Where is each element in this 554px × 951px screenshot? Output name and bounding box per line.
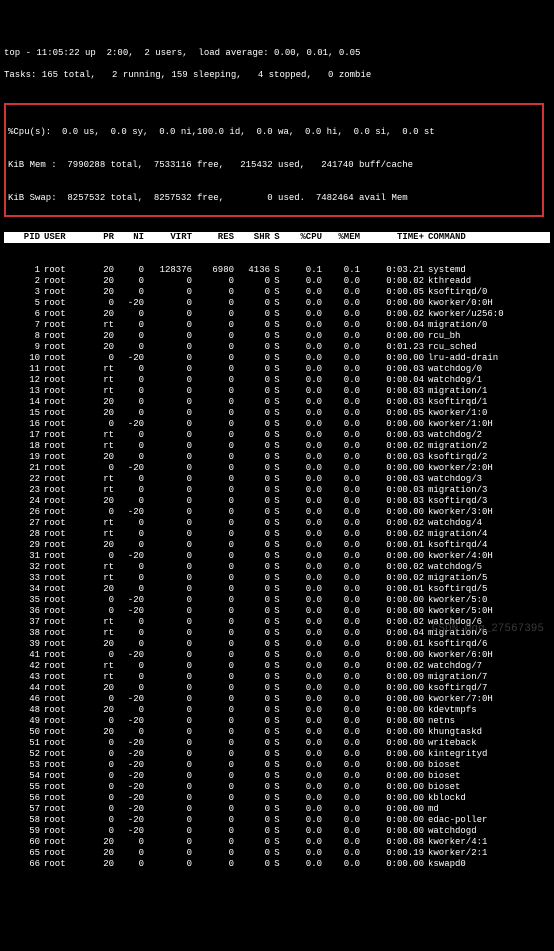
hdr-mem: %MEM — [322, 232, 360, 243]
process-row[interactable]: 52root0-20000S0.00.00:00.00kintegrityd — [4, 749, 550, 760]
hdr-ni: NI — [114, 232, 144, 243]
process-row[interactable]: 11rootrt0000S0.00.00:00.03watchdog/0 — [4, 364, 550, 375]
swap-line: KiB Swap: 8257532 total, 8257532 free, 0… — [8, 193, 540, 204]
hdr-shr: SHR — [234, 232, 270, 243]
process-row[interactable]: 7rootrt0000S0.00.00:00.04migration/0 — [4, 320, 550, 331]
process-row[interactable]: 19root200000S0.00.00:00.03ksoftirqd/2 — [4, 452, 550, 463]
process-row[interactable]: 58root0-20000S0.00.00:00.00edac-poller — [4, 815, 550, 826]
process-row[interactable]: 59root0-20000S0.00.00:00.00watchdogd — [4, 826, 550, 837]
process-row[interactable]: 60root200000S0.00.00:00.08kworker/4:1 — [4, 837, 550, 848]
hdr-pid: PID — [4, 232, 40, 243]
highlight-box: %Cpu(s): 0.0 us, 0.0 sy, 0.0 ni,100.0 id… — [4, 103, 544, 217]
process-row[interactable]: 46root0-20000S0.00.00:00.00kworker/7:0H — [4, 694, 550, 705]
process-list: 1root20012837669804136S0.10.10:03.21syst… — [4, 265, 550, 870]
hdr-virt: VIRT — [144, 232, 192, 243]
process-row[interactable]: 53root0-20000S0.00.00:00.00bioset — [4, 760, 550, 771]
process-row[interactable]: 12rootrt0000S0.00.00:00.04watchdog/1 — [4, 375, 550, 386]
hdr-cpu: %CPU — [284, 232, 322, 243]
process-row[interactable]: 3root200000S0.00.00:00.05ksoftirqd/0 — [4, 287, 550, 298]
process-row[interactable]: 66root200000S0.00.00:00.00kswapd0 — [4, 859, 550, 870]
process-row[interactable]: 41root0-20000S0.00.00:00.00kworker/6:0H — [4, 650, 550, 661]
process-row[interactable]: 24root200000S0.00.00:00.03ksoftirqd/3 — [4, 496, 550, 507]
process-row[interactable]: 27rootrt0000S0.00.00:00.02watchdog/4 — [4, 518, 550, 529]
process-row[interactable]: 44root200000S0.00.00:00.00ksoftirqd/7 — [4, 683, 550, 694]
watermark: CSDN @qq_27567395 — [432, 624, 544, 635]
process-row[interactable]: 33rootrt0000S0.00.00:00.02migration/5 — [4, 573, 550, 584]
process-row[interactable]: 35root0-20000S0.00.00:00.00kworker/5:0 — [4, 595, 550, 606]
process-row[interactable]: 5root0-20000S0.00.00:00.00kworker/0:0H — [4, 298, 550, 309]
process-header: PID USER PR NI VIRT RES SHR S %CPU %MEM … — [4, 232, 550, 243]
process-row[interactable]: 26root0-20000S0.00.00:00.00kworker/3:0H — [4, 507, 550, 518]
hdr-s: S — [270, 232, 284, 243]
process-row[interactable]: 13rootrt0000S0.00.00:00.03migration/1 — [4, 386, 550, 397]
top-summary-line1: top - 11:05:22 up 2:00, 2 users, load av… — [4, 48, 550, 59]
hdr-time: TIME+ — [360, 232, 428, 243]
process-row[interactable]: 8root200000S0.00.00:00.00rcu_bh — [4, 331, 550, 342]
process-row[interactable]: 36root0-20000S0.00.00:00.00kworker/5:0H — [4, 606, 550, 617]
process-row[interactable]: 21root0-20000S0.00.00:00.00kworker/2:0H — [4, 463, 550, 474]
process-row[interactable]: 42rootrt0000S0.00.00:00.02watchdog/7 — [4, 661, 550, 672]
process-row[interactable]: 28rootrt0000S0.00.00:00.02migration/4 — [4, 529, 550, 540]
process-row[interactable]: 31root0-20000S0.00.00:00.00kworker/4:0H — [4, 551, 550, 562]
process-row[interactable]: 34root200000S0.00.00:00.01ksoftirqd/5 — [4, 584, 550, 595]
hdr-user: USER — [40, 232, 84, 243]
process-row[interactable]: 29root200000S0.00.00:00.01ksoftirqd/4 — [4, 540, 550, 551]
process-row[interactable]: 1root20012837669804136S0.10.10:03.21syst… — [4, 265, 550, 276]
process-row[interactable]: 16root0-20000S0.00.00:00.00kworker/1:0H — [4, 419, 550, 430]
process-row[interactable]: 23rootrt0000S0.00.00:00.03migration/3 — [4, 485, 550, 496]
process-row[interactable]: 48root200000S0.00.00:00.00kdevtmpfs — [4, 705, 550, 716]
hdr-cmd: COMMAND — [428, 232, 550, 243]
process-row[interactable]: 49root0-20000S0.00.00:00.00netns — [4, 716, 550, 727]
process-row[interactable]: 51root0-20000S0.00.00:00.00writeback — [4, 738, 550, 749]
process-row[interactable]: 54root0-20000S0.00.00:00.00bioset — [4, 771, 550, 782]
top-summary-line2: Tasks: 165 total, 2 running, 159 sleepin… — [4, 70, 550, 81]
cpu-line: %Cpu(s): 0.0 us, 0.0 sy, 0.0 ni,100.0 id… — [8, 127, 540, 138]
process-row[interactable]: 65root200000S0.00.00:00.19kworker/2:1 — [4, 848, 550, 859]
process-row[interactable]: 32rootrt0000S0.00.00:00.02watchdog/5 — [4, 562, 550, 573]
process-row[interactable]: 15root200000S0.00.00:00.05kworker/1:0 — [4, 408, 550, 419]
mem-line: KiB Mem : 7990288 total, 7533116 free, 2… — [8, 160, 540, 171]
process-row[interactable]: 14root200000S0.00.00:00.03ksoftirqd/1 — [4, 397, 550, 408]
process-row[interactable]: 18rootrt0000S0.00.00:00.02migration/2 — [4, 441, 550, 452]
process-row[interactable]: 17rootrt0000S0.00.00:00.03watchdog/2 — [4, 430, 550, 441]
process-row[interactable]: 43rootrt0000S0.00.00:00.09migration/7 — [4, 672, 550, 683]
process-row[interactable]: 57root0-20000S0.00.00:00.00md — [4, 804, 550, 815]
process-row[interactable]: 6root200000S0.00.00:00.02kworker/u256:0 — [4, 309, 550, 320]
process-row[interactable]: 56root0-20000S0.00.00:00.00kblockd — [4, 793, 550, 804]
process-row[interactable]: 55root0-20000S0.00.00:00.00bioset — [4, 782, 550, 793]
hdr-res: RES — [192, 232, 234, 243]
hdr-pr: PR — [84, 232, 114, 243]
process-row[interactable]: 10root0-20000S0.00.00:00.00lru-add-drain — [4, 353, 550, 364]
process-row[interactable]: 22rootrt0000S0.00.00:00.03watchdog/3 — [4, 474, 550, 485]
process-row[interactable]: 2root200000S0.00.00:00.02kthreadd — [4, 276, 550, 287]
process-row[interactable]: 50root200000S0.00.00:00.00khungtaskd — [4, 727, 550, 738]
process-row[interactable]: 9root200000S0.00.00:01.23rcu_sched — [4, 342, 550, 353]
